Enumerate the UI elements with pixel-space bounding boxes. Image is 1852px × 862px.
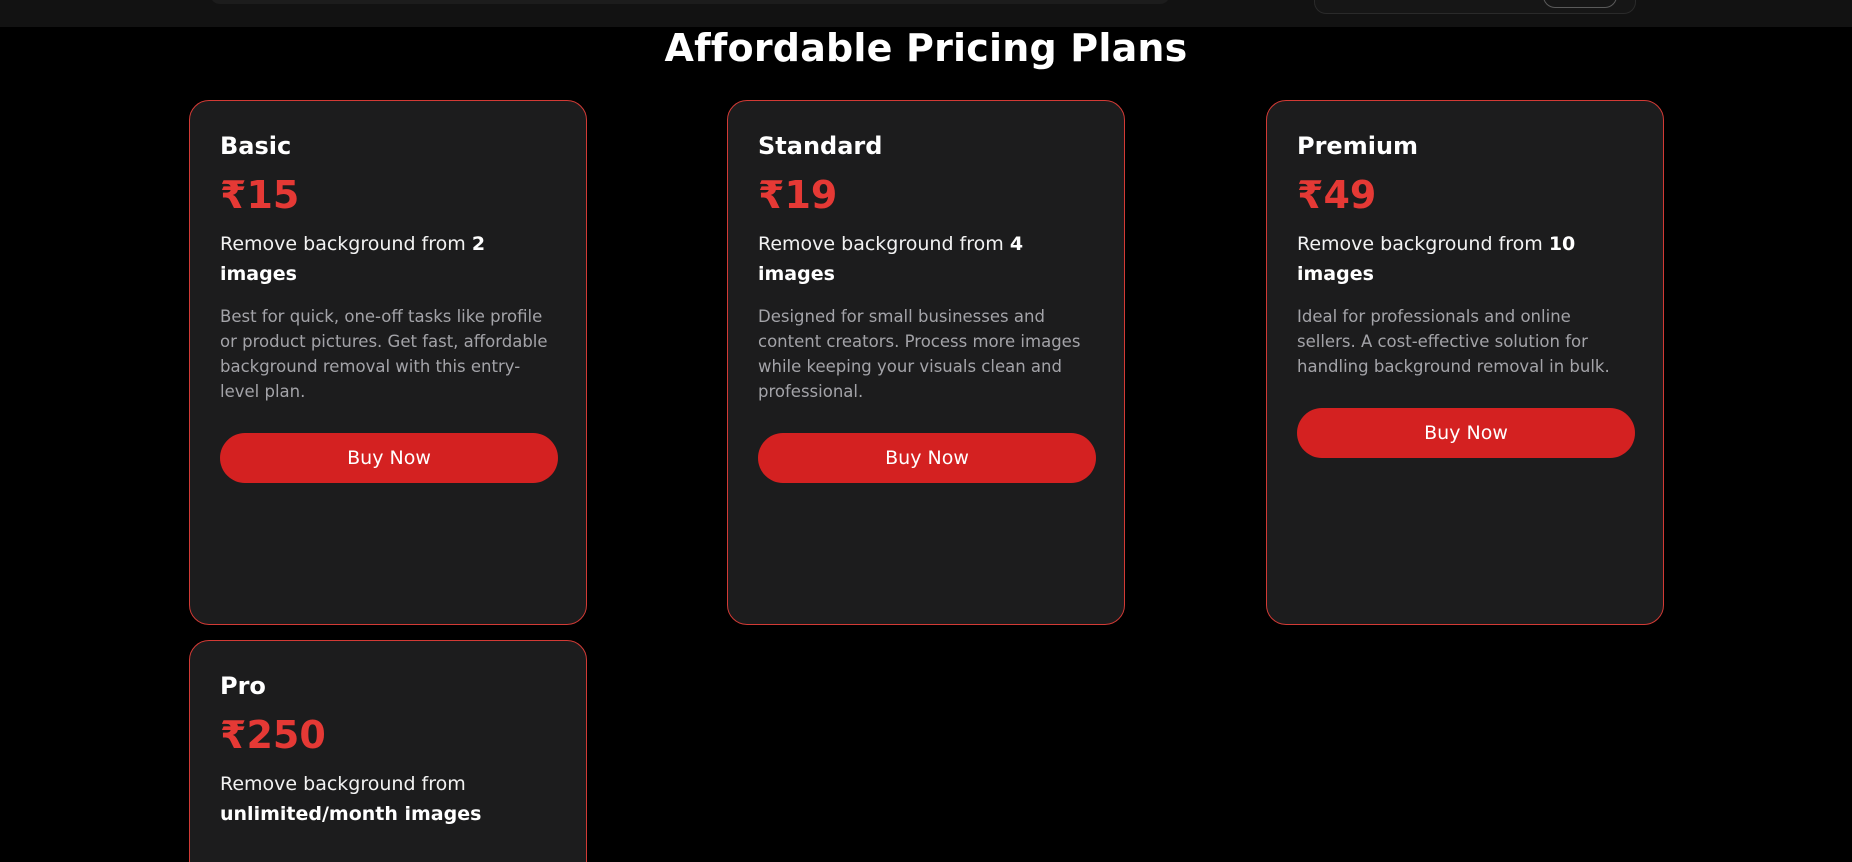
plan-feature-text: Remove background from bbox=[220, 233, 472, 255]
plan-feature-count: unlimited/month images bbox=[220, 803, 482, 825]
plan-feature-text: Remove background from bbox=[1297, 233, 1549, 255]
plan-feature: Remove background from 10 images bbox=[1297, 229, 1633, 289]
buy-now-button[interactable]: Buy Now bbox=[758, 433, 1096, 483]
navbar-search-bar[interactable] bbox=[210, 0, 1170, 4]
plan-feature-text: Remove background from bbox=[758, 233, 1010, 255]
navbar-actions bbox=[1314, 0, 1636, 14]
buy-now-button[interactable]: Buy Now bbox=[220, 433, 558, 483]
plan-price: ₹250 bbox=[220, 713, 326, 757]
section-title: Affordable Pricing Plans bbox=[664, 26, 1188, 70]
pricing-card-basic: Basic ₹15 Remove background from 2 image… bbox=[189, 100, 587, 625]
plan-name: Pro bbox=[220, 672, 266, 700]
plan-description: Designed for small businesses and conten… bbox=[758, 307, 1081, 401]
plan-feature: Remove background from 2 images bbox=[220, 229, 556, 289]
plan-feature: Remove background from unlimited/month i… bbox=[220, 769, 556, 829]
plan-name: Standard bbox=[758, 132, 883, 160]
plan-feature: Remove background from 4 images bbox=[758, 229, 1094, 289]
plan-description: Best for quick, one-off tasks like profi… bbox=[220, 307, 548, 401]
plan-name: Premium bbox=[1297, 132, 1419, 160]
buy-now-button[interactable]: Buy Now bbox=[1297, 408, 1635, 458]
pricing-card-pro: Pro ₹250 Remove background from unlimite… bbox=[189, 640, 587, 862]
pricing-page: Affordable Pricing Plans Basic ₹15 Remov… bbox=[0, 0, 1852, 862]
plan-price: ₹49 bbox=[1297, 173, 1377, 217]
plan-feature-text: Remove background from bbox=[220, 773, 466, 795]
navbar-button[interactable] bbox=[1543, 0, 1617, 8]
plan-price: ₹15 bbox=[220, 173, 300, 217]
navbar bbox=[0, 0, 1852, 27]
pricing-card-premium: Premium ₹49 Remove background from 10 im… bbox=[1266, 100, 1664, 625]
plan-price: ₹19 bbox=[758, 173, 838, 217]
plan-description: Ideal for professionals and online selle… bbox=[1297, 307, 1610, 376]
pricing-card-standard: Standard ₹19 Remove background from 4 im… bbox=[727, 100, 1125, 625]
plan-name: Basic bbox=[220, 132, 292, 160]
